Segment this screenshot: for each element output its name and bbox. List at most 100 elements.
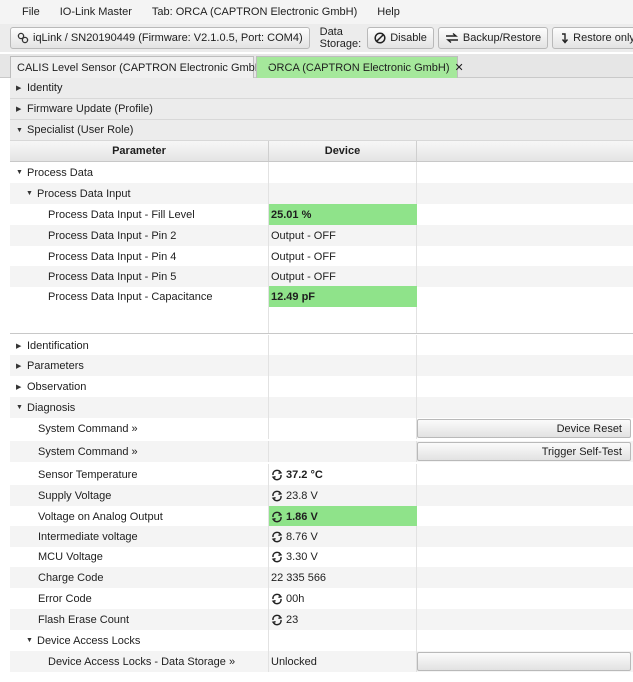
menu-help[interactable]: Help <box>377 6 400 18</box>
param-name: MCU Voltage <box>10 546 269 567</box>
trigger-self-test-button[interactable]: Trigger Self-Test <box>417 442 631 461</box>
tree-row-parameters[interactable]: ▶ Parameters <box>10 355 633 376</box>
chevron-down-icon: ▼ <box>16 126 23 134</box>
section-specialist[interactable]: ▼ Specialist (User Role) <box>10 120 633 141</box>
section-label: Identity <box>27 82 63 94</box>
refresh-icon[interactable] <box>271 614 283 626</box>
device-connection-label: iqLink / SN20190449 (Firmware: V2.1.0.5,… <box>33 32 303 44</box>
disable-button[interactable]: Disable <box>367 27 434 49</box>
tab-orca[interactable]: ORCA (CAPTRON Electronic GmbH) ✕ <box>256 56 464 78</box>
chevron-down-icon: ▼ <box>16 404 23 411</box>
refresh-icon[interactable] <box>271 593 283 605</box>
restore-arrow-icon <box>562 33 569 44</box>
param-name: Error Code <box>10 588 269 609</box>
tree-label: Process Data Input <box>37 187 131 200</box>
menu-bar: File IO-Link Master Tab: ORCA (CAPTRON E… <box>0 0 633 24</box>
param-name: Process Data Input - Pin 4 <box>10 246 269 267</box>
device-connection-button[interactable]: iqLink / SN20190449 (Firmware: V2.1.0.5,… <box>10 27 310 49</box>
chevron-down-icon: ▼ <box>26 190 33 197</box>
param-value: Output - OFF <box>269 266 417 287</box>
param-name: System Command » <box>10 418 269 439</box>
tree-label: Device Access Locks <box>37 634 141 647</box>
table-header: Parameter Device <box>10 141 633 162</box>
param-name: Supply Voltage <box>10 485 269 506</box>
param-value: 3.30 V <box>286 550 318 563</box>
column-parameter[interactable]: Parameter <box>10 141 269 161</box>
tree-row-device-access-locks[interactable]: ▼ Device Access Locks <box>10 630 633 651</box>
table-row: Process Data Input - Pin 5 Output - OFF <box>10 266 633 287</box>
table-row: Process Data Input - Capacitance 12.49 p… <box>10 286 633 307</box>
disable-icon <box>374 32 386 44</box>
tree-label: Identification <box>27 339 89 352</box>
table-row: System Command » Trigger Self-Test <box>10 441 633 462</box>
param-name: Process Data Input - Capacitance <box>10 286 269 307</box>
tab-label: CALIS Level Sensor (CAPTRON Electronic G… <box>17 61 267 74</box>
refresh-icon[interactable] <box>271 490 283 502</box>
restore-only-button[interactable]: Restore only <box>552 27 633 49</box>
section-firmware-update[interactable]: ▶ Firmware Update (Profile) <box>10 99 633 120</box>
tab-calis-level-sensor[interactable]: CALIS Level Sensor (CAPTRON Electronic G… <box>10 56 281 78</box>
table-row: Supply Voltage 23.8 V <box>10 485 633 506</box>
tree-label: Diagnosis <box>27 401 76 414</box>
tree-row-diagnosis[interactable]: ▼ Diagnosis <box>10 397 633 418</box>
chevron-down-icon: ▼ <box>16 169 23 176</box>
table-row: Flash Erase Count 23 <box>10 609 633 630</box>
table-row: MCU Voltage 3.30 V <box>10 546 633 567</box>
backup-restore-icon <box>445 32 458 44</box>
refresh-icon[interactable] <box>271 551 283 563</box>
data-storage-lock-button[interactable] <box>417 652 631 671</box>
table-row: Intermediate voltage 8.76 V <box>10 526 633 547</box>
tab-bar: CALIS Level Sensor (CAPTRON Electronic G… <box>0 54 633 78</box>
section-label: Specialist (User Role) <box>27 124 134 136</box>
param-name: Device Access Locks - Data Storage » <box>10 651 269 672</box>
table-row: Process Data Input - Pin 2 Output - OFF <box>10 225 633 246</box>
section-identity[interactable]: ▶ Identity <box>10 78 633 99</box>
param-value: 23.8 V <box>286 489 318 502</box>
chevron-right-icon: ▶ <box>16 362 22 370</box>
param-value: 12.49 pF <box>269 286 417 307</box>
param-value: 8.76 V <box>286 530 318 543</box>
param-name: Process Data Input - Pin 5 <box>10 266 269 287</box>
param-name: Sensor Temperature <box>10 464 269 485</box>
refresh-icon[interactable] <box>271 469 283 481</box>
param-value: 22 335 566 <box>269 567 417 588</box>
param-value: Unlocked <box>269 651 417 672</box>
menu-file[interactable]: File <box>22 6 40 18</box>
restore-only-label: Restore only <box>573 32 633 44</box>
backup-restore-label: Backup/Restore <box>462 32 542 44</box>
param-value: 1.86 V <box>286 510 318 523</box>
table-row: Sensor Temperature 37.2 °C <box>10 464 633 485</box>
tree-label: Observation <box>27 380 87 393</box>
splitter[interactable] <box>10 333 633 334</box>
close-icon[interactable]: ✕ <box>455 61 464 74</box>
param-name: Flash Erase Count <box>10 609 269 630</box>
device-reset-button[interactable]: Device Reset <box>417 419 631 438</box>
column-device[interactable]: Device <box>269 141 417 161</box>
chevron-right-icon: ▶ <box>16 342 22 350</box>
table-row: Charge Code 22 335 566 <box>10 567 633 588</box>
tree-row-process-data[interactable]: ▼ Process Data <box>10 162 633 183</box>
tree-row-observation[interactable]: ▶ Observation <box>10 376 633 397</box>
chevron-right-icon: ▶ <box>16 383 22 391</box>
param-name: Process Data Input - Fill Level <box>10 204 269 225</box>
tree-label: Parameters <box>27 359 84 372</box>
param-value: Output - OFF <box>269 246 417 267</box>
tree-row-identification[interactable]: ▶ Identification <box>10 335 633 356</box>
menu-tab[interactable]: Tab: ORCA (CAPTRON Electronic GmbH) <box>152 6 357 18</box>
param-value: 37.2 °C <box>286 468 323 481</box>
refresh-icon[interactable] <box>271 531 283 543</box>
param-value: 25.01 % <box>269 204 417 225</box>
tree-label: Process Data <box>27 166 94 179</box>
table-row: Error Code 00h <box>10 588 633 609</box>
data-storage-label: Data Storage: <box>319 26 362 50</box>
param-name: Intermediate voltage <box>10 526 269 547</box>
refresh-icon[interactable] <box>271 511 283 523</box>
table-row: Process Data Input - Fill Level 25.01 % <box>10 204 633 225</box>
param-name: Voltage on Analog Output <box>10 506 269 527</box>
tree-row-process-data-input[interactable]: ▼ Process Data Input <box>10 183 633 204</box>
param-value: 23 <box>286 613 299 626</box>
backup-restore-button[interactable]: Backup/Restore <box>437 27 549 49</box>
column-actions <box>417 141 633 161</box>
menu-io-link-master[interactable]: IO-Link Master <box>60 6 132 18</box>
param-value: 00h <box>286 592 305 605</box>
